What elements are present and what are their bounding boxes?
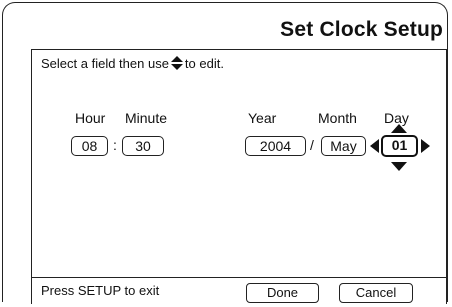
day-field[interactable]: 01 (381, 135, 418, 157)
date-separator: / (310, 137, 314, 153)
day-down-arrow-icon[interactable] (391, 162, 407, 172)
instruction-text: Select a field then use to edit. (41, 55, 224, 71)
window-frame: Set Clock Setup Select a field then use t… (2, 2, 448, 304)
instruction-suffix: to edit. (184, 56, 224, 71)
instruction-prefix: Select a field then use (41, 56, 169, 71)
minute-label: Minute (125, 110, 168, 126)
exit-hint: Press SETUP to exit (41, 283, 160, 298)
day-up-arrow-icon[interactable] (391, 124, 407, 134)
day-right-arrow-icon[interactable] (421, 139, 430, 153)
month-label: Month (318, 110, 357, 126)
time-separator: : (113, 137, 117, 153)
hour-label: Hour (75, 110, 106, 126)
day-left-arrow-icon[interactable] (370, 139, 379, 153)
hour-field[interactable]: 08 (71, 136, 108, 156)
up-down-arrow-icon (170, 56, 183, 70)
status-bar: Press SETUP to exit Done Cancel (32, 277, 446, 307)
minute-field[interactable]: 30 (122, 136, 164, 156)
page-title: Set Clock Setup (280, 18, 443, 41)
year-field[interactable]: 2004 (245, 136, 306, 156)
year-label: Year (248, 110, 277, 126)
done-button[interactable]: Done (246, 283, 319, 303)
month-field[interactable]: May (321, 136, 366, 156)
setup-panel: Select a field then use to edit. Hour Min… (31, 49, 447, 304)
cancel-button[interactable]: Cancel (339, 283, 413, 303)
